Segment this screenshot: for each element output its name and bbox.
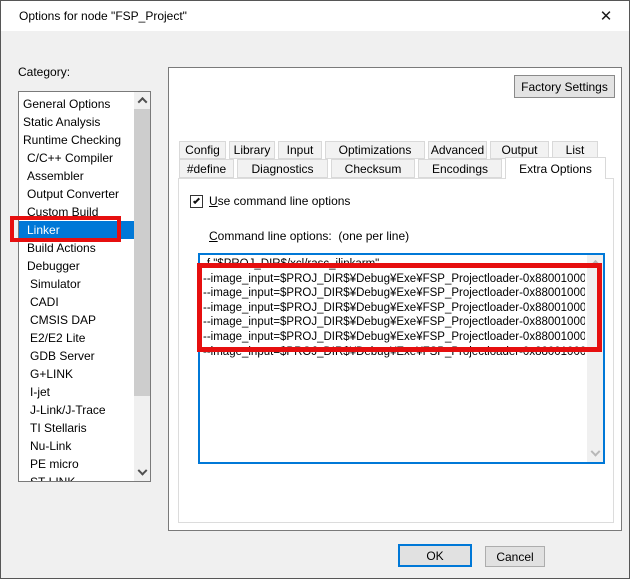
category-item-general-options[interactable]: General Options (19, 95, 134, 113)
checkmark-icon (192, 196, 201, 204)
category-scrollbar[interactable] (134, 92, 150, 481)
category-label: Category: (18, 65, 71, 79)
tab-input[interactable]: Input (278, 141, 322, 159)
tab-extra-options[interactable]: Extra Options (505, 157, 606, 179)
cancel-button[interactable]: Cancel (485, 546, 545, 567)
cmdline-options-label: Command line options: (one per line) (209, 229, 410, 243)
scrollbar-thumb[interactable] (134, 109, 150, 396)
tab-strip: Config Library Input Optimizations Advan… (179, 141, 615, 179)
scroll-up-icon[interactable] (134, 92, 150, 108)
scroll-down-icon[interactable] (587, 446, 603, 462)
annotation-box-cmdlines (197, 263, 602, 352)
tab-library[interactable]: Library (229, 141, 275, 159)
tab-diagnostics[interactable]: Diagnostics (237, 159, 328, 178)
annotation-box-linker (10, 216, 121, 242)
tab-config[interactable]: Config (179, 141, 226, 159)
category-item-debugger[interactable]: Debugger (19, 257, 134, 275)
ok-button[interactable]: OK (398, 544, 472, 567)
options-dialog: Options for node "FSP_Project" ✕ Categor… (0, 0, 630, 579)
category-item-j-link[interactable]: J-Link/J-Trace (19, 401, 134, 419)
category-item-st-link[interactable]: ST-LINK (19, 473, 134, 481)
category-item-gdb-server[interactable]: GDB Server (19, 347, 134, 365)
tab-define[interactable]: #define (179, 159, 234, 178)
category-items: General Options Static Analysis Runtime … (19, 95, 134, 481)
category-item-c-compiler[interactable]: C/C++ Compiler (19, 149, 134, 167)
category-item-cadi[interactable]: CADI (19, 293, 134, 311)
checkbox[interactable] (190, 194, 203, 208)
use-cmdline-checkbox-row[interactable]: Use command line options (190, 194, 350, 208)
category-item-simulator[interactable]: Simulator (19, 275, 134, 293)
factory-settings-button[interactable]: Factory Settings (514, 75, 615, 98)
category-listbox: General Options Static Analysis Runtime … (18, 91, 151, 482)
close-icon[interactable]: ✕ (589, 1, 623, 30)
tab-encodings[interactable]: Encodings (418, 159, 502, 178)
category-item-i-jet[interactable]: I-jet (19, 383, 134, 401)
category-item-assembler[interactable]: Assembler (19, 167, 134, 185)
category-item-static-analysis[interactable]: Static Analysis (19, 113, 134, 131)
scroll-down-icon[interactable] (134, 465, 150, 481)
category-item-nu-link[interactable]: Nu-Link (19, 437, 134, 455)
tab-optimizations[interactable]: Optimizations (325, 141, 425, 159)
tab-checksum[interactable]: Checksum (331, 159, 415, 178)
category-item-runtime-checking[interactable]: Runtime Checking (19, 131, 134, 149)
category-item-g-link[interactable]: G+LINK (19, 365, 134, 383)
tab-advanced[interactable]: Advanced (428, 141, 487, 159)
category-item-cmsis-dap[interactable]: CMSIS DAP (19, 311, 134, 329)
category-item-output-converter[interactable]: Output Converter (19, 185, 134, 203)
use-cmdline-label: Use command line options (209, 194, 351, 208)
category-item-pe-micro[interactable]: PE micro (19, 455, 134, 473)
titlebar: Options for node "FSP_Project" ✕ (1, 1, 629, 31)
category-item-ti-stellaris[interactable]: TI Stellaris (19, 419, 134, 437)
dialog-title: Options for node "FSP_Project" (19, 9, 187, 23)
category-item-e2-lite[interactable]: E2/E2 Lite (19, 329, 134, 347)
